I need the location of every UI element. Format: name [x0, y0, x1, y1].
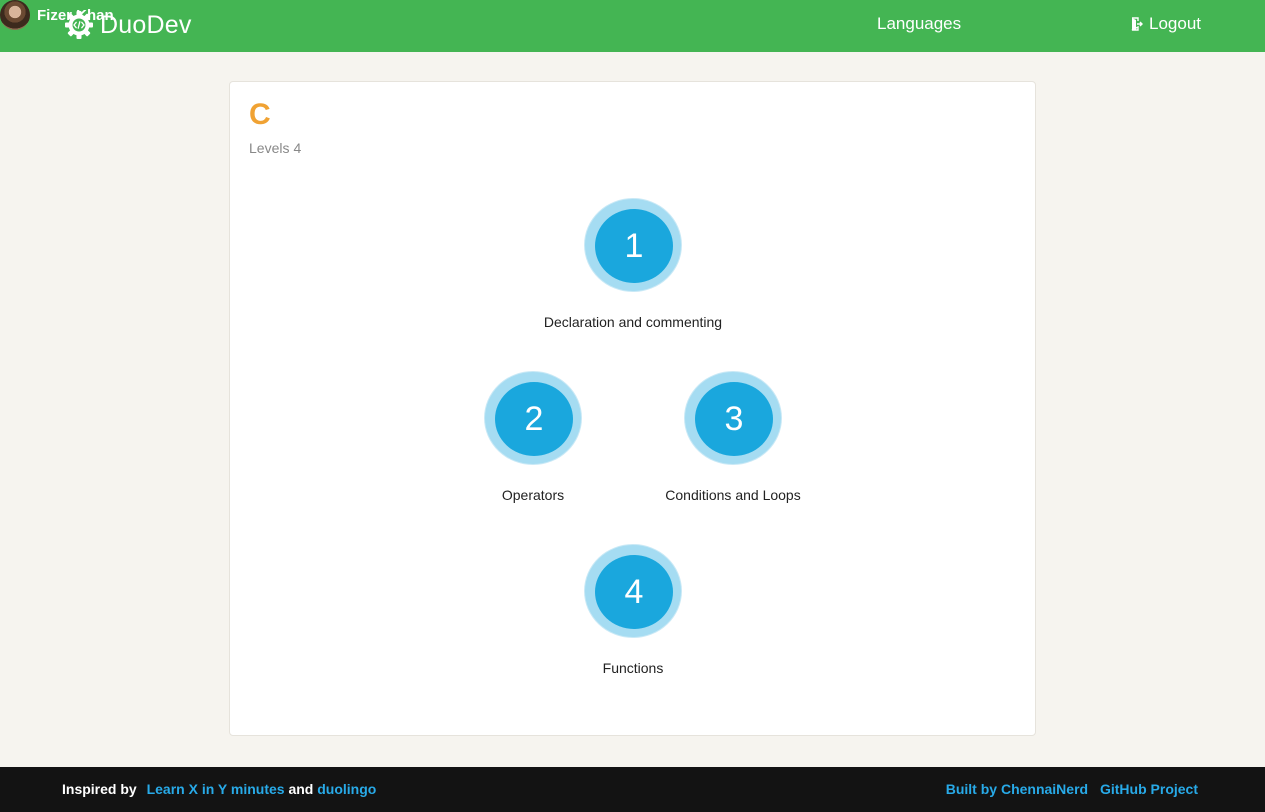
brand-name: DuoDev	[100, 10, 192, 39]
language-title: C	[249, 98, 271, 131]
gear-code-icon	[65, 11, 93, 39]
skill-label: Declaration and commenting	[543, 314, 723, 330]
duolingo-link[interactable]: duolingo	[317, 781, 376, 797]
logout-link[interactable]: Logout	[1131, 14, 1201, 34]
skill-number: 2	[495, 382, 573, 456]
skill-badge: 2	[484, 371, 582, 465]
skill-declaration-and-commenting[interactable]: 1 Declaration and commenting	[533, 198, 733, 330]
skill-operators[interactable]: 2 Operators	[433, 371, 633, 503]
levels-label: Levels	[249, 140, 290, 156]
page-footer: Inspired by Learn X in Y minutes and duo…	[0, 767, 1265, 812]
skill-label: Functions	[602, 660, 664, 676]
learn-x-in-y-link[interactable]: Learn X in Y minutes	[147, 781, 285, 797]
skill-conditions-and-loops[interactable]: 3 Conditions and Loops	[633, 371, 833, 503]
levels-count: 4	[293, 140, 302, 156]
levels-info: Levels 4	[249, 140, 301, 156]
built-by-link[interactable]: Built by ChennaiNerd	[946, 781, 1088, 797]
skill-functions[interactable]: 4 Functions	[533, 544, 733, 676]
footer-inspired-by: Inspired by	[62, 781, 137, 797]
top-navbar: DuoDev Languages Fizer Khan Logout	[0, 0, 1265, 52]
language-card: C Levels 4 1 Declaration and commenting 2…	[229, 81, 1036, 736]
github-project-link[interactable]: GitHub Project	[1100, 781, 1198, 797]
skill-number: 4	[595, 555, 673, 629]
footer-and: and	[288, 781, 314, 797]
footer-credits: Inspired by Learn X in Y minutes and duo…	[62, 781, 376, 797]
skill-badge: 1	[584, 198, 682, 292]
footer-links: Built by ChennaiNerd GitHub Project	[946, 781, 1198, 797]
skill-label: Operators	[501, 487, 565, 503]
logout-icon	[1131, 17, 1143, 31]
skill-badge: 3	[684, 371, 782, 465]
brand-link[interactable]: DuoDev	[64, 9, 192, 41]
logout-label: Logout	[1149, 14, 1201, 33]
skill-label: Conditions and Loops	[665, 487, 801, 503]
skill-badge: 4	[584, 544, 682, 638]
nav-languages-link[interactable]: Languages	[877, 14, 961, 34]
skill-number: 1	[595, 209, 673, 283]
user-avatar	[0, 0, 30, 30]
skill-number: 3	[695, 382, 773, 456]
